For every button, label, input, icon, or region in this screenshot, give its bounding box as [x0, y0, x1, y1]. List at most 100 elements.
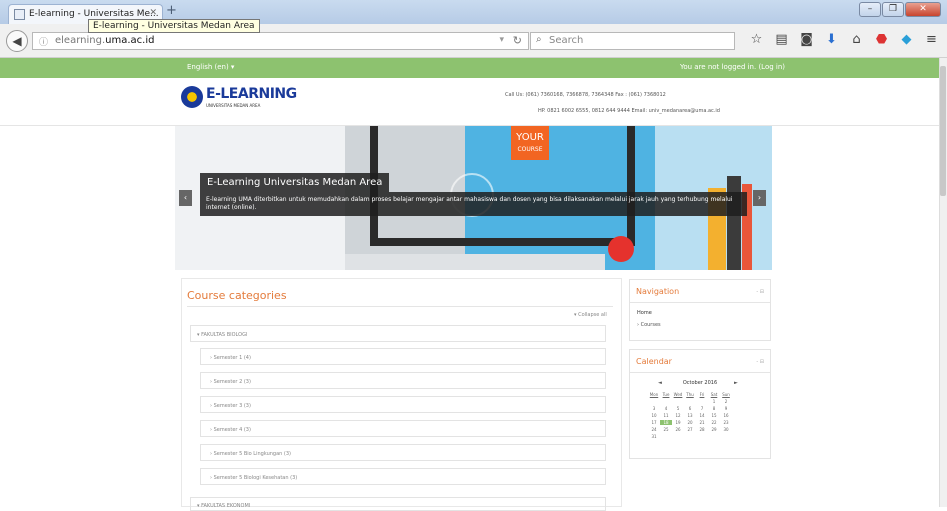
- pocket-icon[interactable]: ◙: [798, 32, 815, 47]
- download-icon[interactable]: ⬇: [823, 32, 840, 47]
- divider: [630, 372, 770, 373]
- calendar-day[interactable]: 20: [684, 420, 696, 425]
- calendar-day[interactable]: 8: [708, 406, 720, 411]
- slide-caption-title: E-Learning Universitas Medan Area: [200, 173, 390, 192]
- monitor-illustration: [370, 126, 635, 246]
- subcategory-item[interactable]: › Semester 3 (3): [200, 396, 606, 413]
- contact-phone: Call Us: (061) 7360168, 7366878, 7364348…: [505, 92, 666, 98]
- menu-icon[interactable]: ≡: [923, 32, 940, 47]
- calendar-day[interactable]: 7: [696, 406, 708, 411]
- window-controls: – ❐ ✕: [859, 2, 941, 17]
- calendar-month: October 2016: [682, 380, 718, 386]
- calendar-day: [660, 399, 672, 404]
- login-status[interactable]: You are not logged in. (Log in): [680, 63, 785, 71]
- slider-prev-icon[interactable]: ‹: [179, 190, 192, 206]
- bookmarks-list-icon[interactable]: ▤: [773, 32, 790, 47]
- calendar-day-name: Thu: [686, 392, 694, 397]
- calendar-day[interactable]: 6: [684, 406, 696, 411]
- calendar-day[interactable]: 1: [708, 399, 720, 404]
- slider-next-icon[interactable]: ›: [753, 190, 766, 206]
- reload-icon[interactable]: ↻: [513, 34, 522, 47]
- calendar-day: [672, 399, 684, 404]
- search-input[interactable]: ⌕ Search: [530, 32, 735, 50]
- calendar-day[interactable]: 12: [672, 413, 684, 418]
- calendar-block: Calendar - ⊟ ◄ October 2016 ► Mon Tue Wed T…: [629, 349, 771, 459]
- restore-icon[interactable]: ❐: [882, 2, 904, 17]
- nav-courses-link[interactable]: › Courses: [637, 322, 661, 328]
- back-arrow-icon[interactable]: ◀: [6, 30, 28, 52]
- subcategory-item[interactable]: › Semester 1 (4): [200, 348, 606, 365]
- your-course-badge: YOUR COURSE: [511, 126, 549, 160]
- hero-slider: YOUR COURSE E-Learning Universitas Medan…: [175, 126, 772, 270]
- calendar-day[interactable]: 17: [648, 420, 660, 425]
- minimize-icon[interactable]: –: [859, 2, 881, 17]
- tab-title: E-learning - Universitas Me...: [29, 9, 159, 19]
- search-icon: ⌕: [536, 34, 542, 45]
- calendar-day[interactable]: 3: [648, 406, 660, 411]
- divider: [630, 302, 770, 303]
- block-controls-icon[interactable]: - ⊟: [756, 359, 764, 365]
- category-next[interactable]: ▾ FAKULTAS EKONOMI: [190, 497, 606, 511]
- calendar-day[interactable]: 31: [648, 434, 660, 439]
- home-icon[interactable]: ⌂: [848, 32, 865, 47]
- calendar-day[interactable]: 15: [708, 413, 720, 418]
- badge-sub-text: COURSE: [517, 146, 543, 153]
- calendar-day[interactable]: 27: [684, 427, 696, 432]
- calendar-day[interactable]: 11: [660, 413, 672, 418]
- category-fakultas-biologi[interactable]: ▾ FAKULTAS BIOLOGI: [190, 325, 606, 342]
- calendar-day[interactable]: 4: [660, 406, 672, 411]
- calendar-day[interactable]: 13: [684, 413, 696, 418]
- adblock-icon[interactable]: ⬣: [873, 32, 890, 47]
- calendar-day[interactable]: 29: [708, 427, 720, 432]
- scrollbar-thumb[interactable]: [940, 66, 946, 196]
- calendar-day[interactable]: 26: [672, 427, 684, 432]
- divider: [187, 306, 613, 307]
- calendar-day[interactable]: 10: [648, 413, 660, 418]
- subcategory-item[interactable]: › Semester 2 (3): [200, 372, 606, 389]
- close-window-icon[interactable]: ✕: [905, 2, 941, 17]
- tab-tooltip: E-learning - Universitas Medan Area: [88, 19, 260, 33]
- toolbar-icons: ☆ ▤ ◙ ⬇ ⌂ ⬣ ◆ ≡: [748, 32, 940, 47]
- top-info-bar: English (en) ▾ You are not logged in. (L…: [0, 58, 947, 78]
- url-dropdown-icon[interactable]: ▾: [499, 35, 504, 45]
- language-menu[interactable]: English (en) ▾: [187, 63, 234, 71]
- new-tab-icon[interactable]: +: [166, 3, 177, 18]
- calendar-day: [684, 399, 696, 404]
- site-logo-title[interactable]: E-LEARNING: [206, 86, 297, 102]
- calendar-day[interactable]: 14: [696, 413, 708, 418]
- calendar-day[interactable]: 16: [720, 413, 732, 418]
- laptop-illustration: [345, 254, 605, 270]
- calendar-day[interactable]: 21: [696, 420, 708, 425]
- calendar-day: [696, 399, 708, 404]
- calendar-day[interactable]: 2: [720, 399, 732, 404]
- nav-home-link[interactable]: Home: [637, 310, 652, 316]
- address-bar[interactable]: ⓘ elearning.uma.ac.id ▾ ↻: [32, 32, 529, 50]
- calendar-day-name: Sat: [710, 392, 718, 397]
- close-tab-icon[interactable]: ✕: [149, 8, 157, 18]
- site-info-icon[interactable]: ⓘ: [39, 35, 48, 48]
- book-illustration: [727, 176, 741, 270]
- calendar-day[interactable]: 19: [672, 420, 684, 425]
- block-controls-icon[interactable]: - ⊟: [756, 289, 764, 295]
- page-favicon-icon: [14, 9, 25, 20]
- extension-icon[interactable]: ◆: [898, 32, 915, 47]
- calendar-day[interactable]: 25: [660, 427, 672, 432]
- bookmark-star-icon[interactable]: ☆: [748, 32, 765, 47]
- calendar-day[interactable]: 5: [672, 406, 684, 411]
- calendar-next-icon[interactable]: ►: [734, 380, 738, 386]
- calendar-day[interactable]: 28: [696, 427, 708, 432]
- calendar-day[interactable]: 18: [660, 420, 672, 425]
- calendar-day[interactable]: 24: [648, 427, 660, 432]
- university-logo-icon[interactable]: [181, 86, 203, 108]
- calendar-day[interactable]: 30: [720, 427, 732, 432]
- subcategory-item[interactable]: › Semester 4 (3): [200, 420, 606, 437]
- calendar-grid: Mon Tue Wed Thu Fri Sat Sun 1 2 3 4 5 6 7 8 9 10 11 12 13 14…: [648, 392, 732, 439]
- calendar-day[interactable]: 23: [720, 420, 732, 425]
- collapse-all-link[interactable]: ▾ Collapse all: [574, 312, 607, 318]
- navigation-title: Navigation: [636, 287, 680, 296]
- calendar-day[interactable]: 22: [708, 420, 720, 425]
- subcategory-item[interactable]: › Semester 5 Bio Lingkungan (3): [200, 444, 606, 461]
- subcategory-item[interactable]: › Semester 5 Biologi Kesehatan (3): [200, 468, 606, 485]
- calendar-day-name: Mon: [649, 392, 659, 397]
- calendar-day[interactable]: 9: [720, 406, 732, 411]
